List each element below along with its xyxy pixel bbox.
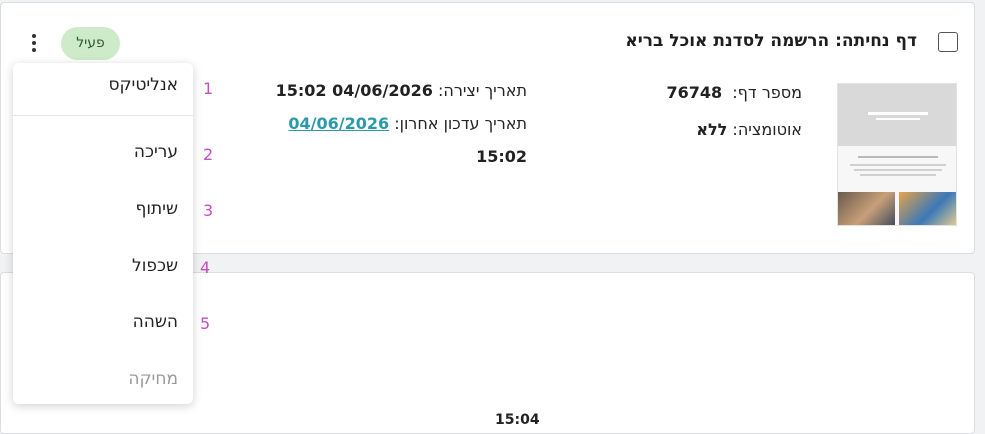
kebab-dot <box>32 34 36 38</box>
menu-item-pause[interactable]: השהה <box>13 312 193 332</box>
page-number-label: מספר דף: <box>732 83 802 102</box>
kebab-dot <box>32 48 36 52</box>
menu-item-analytics[interactable]: אנליטיקס <box>13 75 193 95</box>
menu-number-5: 5 <box>200 314 211 333</box>
menu-item-share[interactable]: שיתוף <box>13 199 193 219</box>
automation-label: אוטומציה: <box>732 120 802 139</box>
updated-time: 15:02 <box>476 147 527 166</box>
thumbnail-text-line <box>854 169 942 171</box>
menu-divider <box>13 115 193 116</box>
page-title[interactable]: דף נחיתה: הרשמה לסדנת אוכל בריא <box>625 31 917 51</box>
created-date-field: תאריך יצירה: 15:02 04/06/2026 <box>276 81 527 100</box>
page-number-value: 76748 <box>666 83 723 102</box>
automation-value: ללא <box>696 120 728 139</box>
thumbnail-hero-text <box>868 112 928 115</box>
updated-date-field: תאריך עדכון אחרון: 04/06/2026 <box>288 114 527 133</box>
created-label: תאריך יצירה: <box>437 81 527 100</box>
updated-label: תאריך עדכון אחרון: <box>394 114 527 133</box>
thumbnail-photo <box>838 192 895 225</box>
thumbnail-photo <box>899 192 956 225</box>
status-badge: פעיל <box>61 27 120 60</box>
thumbnail-text-line <box>850 164 946 166</box>
thumbnail-hero-subtext <box>876 118 920 120</box>
kebab-icon[interactable] <box>26 33 42 53</box>
menu-number-4: 4 <box>200 258 211 277</box>
updated-date-link[interactable]: 04/06/2026 <box>288 114 389 133</box>
menu-number-1: 1 <box>203 79 214 98</box>
landing-page-thumbnail[interactable] <box>837 83 957 226</box>
menu-item-edit[interactable]: עריכה <box>13 142 193 162</box>
menu-item-delete: מחיקה <box>128 369 178 389</box>
menu-item-duplicate[interactable]: שכפול <box>13 256 193 276</box>
automation-field: אוטומציה: ללא <box>696 120 802 139</box>
thumbnail-text-line <box>858 156 938 158</box>
page-number-field: מספר דף: 76748 <box>666 83 802 102</box>
thumbnail-text-line <box>860 174 936 176</box>
menu-number-3: 3 <box>203 201 214 220</box>
thumbnail-hero <box>838 84 956 146</box>
select-checkbox[interactable] <box>938 32 958 52</box>
actions-menu: אנליטיקס עריכה שיתוף שכפול השהה מחיקה <box>13 63 193 404</box>
menu-number-2: 2 <box>203 145 214 164</box>
kebab-dot <box>32 41 36 45</box>
created-value: 15:02 04/06/2026 <box>275 81 433 100</box>
card2-time-partial: 15:04 <box>495 412 540 428</box>
